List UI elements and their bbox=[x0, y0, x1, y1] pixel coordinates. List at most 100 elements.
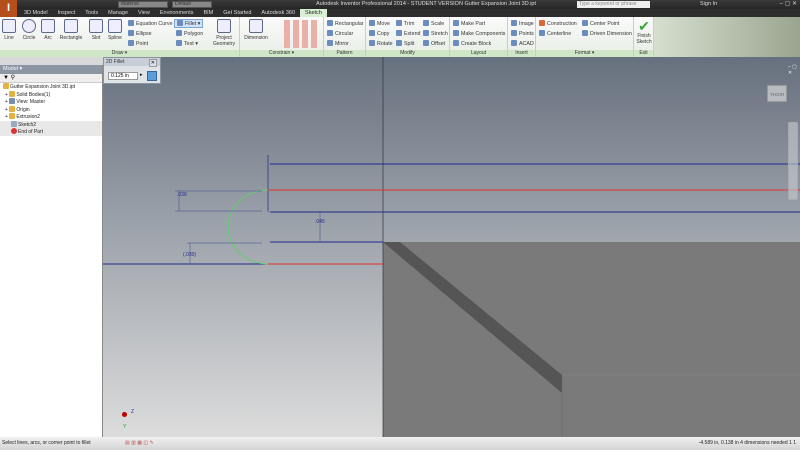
fillet-button[interactable]: Fillet ▾ bbox=[174, 19, 204, 28]
tab-manage[interactable]: Manage bbox=[103, 9, 133, 17]
appearance-select[interactable]: Default bbox=[172, 1, 212, 8]
layout-panel: Make Part Make Components Create Block L… bbox=[450, 17, 508, 57]
dimension-036[interactable]: .036 bbox=[177, 192, 187, 198]
line-icon bbox=[2, 19, 16, 33]
draw-panel-label[interactable]: Draw ▾ bbox=[0, 50, 239, 57]
move-button[interactable]: Move bbox=[369, 20, 390, 27]
tree-item-sketch2[interactable]: Sketch2 bbox=[0, 120, 102, 128]
trim-button[interactable]: Trim bbox=[396, 20, 414, 27]
image-button[interactable]: Image bbox=[511, 20, 534, 27]
tab-autodesk-360[interactable]: Autodesk 360 bbox=[256, 9, 300, 17]
offset-button[interactable]: Offset bbox=[423, 40, 445, 47]
model-browser: Model ▾ ▼ ⚲ Gutter Expansion Joint 3D.ip… bbox=[0, 57, 103, 437]
filter-icon[interactable]: ▼ bbox=[3, 75, 9, 81]
rectangle-button[interactable]: Rectangle bbox=[58, 19, 84, 41]
equal-toggle-button[interactable] bbox=[147, 71, 157, 81]
rectangular-pattern-button[interactable]: Rectangular bbox=[327, 20, 364, 27]
ellipse-button[interactable]: Ellipse bbox=[128, 30, 152, 37]
browser-header[interactable]: Model ▾ bbox=[0, 65, 102, 74]
tree-item-part[interactable]: Gutter Expansion Joint 3D.ipt bbox=[0, 83, 102, 91]
move-icon bbox=[369, 20, 375, 26]
driven-dimension-button[interactable]: Driven Dimension bbox=[582, 30, 632, 37]
sign-in-link[interactable]: Sign In bbox=[700, 1, 717, 7]
acad-icon bbox=[511, 40, 517, 46]
slot-icon bbox=[89, 19, 103, 33]
center-point-button[interactable]: Center Point bbox=[582, 20, 619, 27]
tree-item-solid-bodies[interactable]: + Solid Bodies(1) bbox=[0, 90, 102, 99]
tree-item-end-of-part[interactable]: End of Part bbox=[0, 128, 102, 136]
tab-3d-model[interactable]: 3D Model bbox=[19, 9, 53, 17]
radius-dropdown-icon[interactable]: ▸ bbox=[140, 72, 143, 78]
slot-button[interactable]: Slot bbox=[88, 19, 104, 41]
sketch-icon bbox=[11, 120, 17, 127]
close-button[interactable]: ✕ bbox=[148, 59, 157, 67]
tree-item-view[interactable]: + View: Master bbox=[0, 98, 102, 106]
rotate-button[interactable]: Rotate bbox=[369, 40, 393, 47]
copy-button[interactable]: Copy bbox=[369, 30, 389, 37]
pattern-panel: Rectangular Circular Mirror Pattern bbox=[324, 17, 366, 57]
scale-button[interactable]: Scale bbox=[423, 20, 444, 27]
status-tools-icons[interactable]: ▤ ▥ ▦ ◱ ✎ bbox=[125, 437, 154, 450]
acad-button[interactable]: ACAD bbox=[511, 40, 534, 47]
circle-button[interactable]: Circle bbox=[20, 19, 38, 41]
tab-sketch[interactable]: Sketch bbox=[300, 9, 327, 17]
graphics-viewport[interactable]: .036 .045 (.030) RIGHT – ▢ ✕ Z Y bbox=[103, 57, 800, 437]
tab-inspect[interactable]: Inspect bbox=[53, 9, 81, 17]
tab-bim[interactable]: BIM bbox=[198, 9, 218, 17]
make-components-button[interactable]: Make Components bbox=[453, 30, 505, 37]
mirror-button[interactable]: Mirror bbox=[327, 40, 349, 47]
dimension-030[interactable]: (.030) bbox=[183, 252, 196, 258]
search-input[interactable]: Type a keyword or phrase bbox=[577, 1, 650, 8]
make-part-button[interactable]: Make Part bbox=[453, 20, 485, 27]
tab-get-started[interactable]: Get Started bbox=[218, 9, 256, 17]
navigation-bar[interactable] bbox=[788, 122, 798, 200]
view-icon bbox=[9, 98, 16, 104]
ribbon: Line Circle Arc Rectangle Slot Spline Eq… bbox=[0, 17, 800, 57]
arc-button[interactable]: Arc bbox=[41, 19, 55, 41]
spline-button[interactable]: Spline bbox=[106, 19, 124, 41]
circular-pattern-button[interactable]: Circular bbox=[327, 30, 353, 37]
fillet-radius-input[interactable]: 0.125 in bbox=[108, 72, 138, 80]
dimension-045[interactable]: .045 bbox=[315, 219, 325, 225]
material-select[interactable]: Material bbox=[118, 1, 168, 8]
tree-item-extrusion2[interactable]: + Extrusion2 bbox=[0, 113, 102, 121]
extend-button[interactable]: Extend bbox=[396, 30, 421, 37]
point-button[interactable]: Point bbox=[128, 40, 148, 47]
app-logo-button[interactable]: I bbox=[0, 0, 17, 17]
polygon-button[interactable]: Polygon bbox=[176, 30, 203, 37]
circular-pattern-icon bbox=[327, 30, 333, 36]
window-controls[interactable]: – ▢ ✕ bbox=[780, 0, 797, 7]
title-bar: Material Default Autodesk Inventor Profe… bbox=[0, 0, 800, 9]
points-button[interactable]: Points bbox=[511, 30, 534, 37]
construction-button[interactable]: Construction bbox=[539, 20, 577, 27]
format-panel: Construction Centerline Center Point Dri… bbox=[536, 17, 634, 57]
create-block-button[interactable]: Create Block bbox=[453, 40, 491, 47]
checkmark-icon: ✔ bbox=[638, 18, 650, 34]
stretch-button[interactable]: Stretch bbox=[423, 30, 448, 37]
end-of-part-icon bbox=[11, 128, 17, 134]
app-title: Autodesk Inventor Professional 2014 - ST… bbox=[316, 1, 536, 7]
find-icon[interactable]: ⚲ bbox=[11, 75, 15, 81]
text-button[interactable]: Text ▾ bbox=[176, 40, 198, 47]
format-panel-label[interactable]: Format ▾ bbox=[536, 50, 633, 57]
driven-dimension-icon bbox=[582, 30, 588, 36]
project-geometry-button[interactable]: Project Geometry bbox=[210, 19, 238, 47]
insert-panel-label: Insert bbox=[508, 50, 535, 57]
centerline-button[interactable]: Centerline bbox=[539, 30, 571, 37]
equation-curve-button[interactable]: Equation Curve bbox=[128, 20, 173, 27]
viewport-window-controls[interactable]: – ▢ ✕ bbox=[788, 64, 800, 76]
line-button[interactable]: Line bbox=[2, 19, 16, 41]
finish-sketch-button[interactable]: ✔ Finish Sketch bbox=[634, 19, 654, 45]
project-geometry-icon bbox=[217, 19, 231, 33]
tree-item-origin[interactable]: + Origin bbox=[0, 105, 102, 114]
rectangular-pattern-icon bbox=[327, 20, 333, 26]
viewcube[interactable]: RIGHT bbox=[767, 85, 787, 102]
constraint-buttons[interactable] bbox=[284, 20, 320, 48]
split-button[interactable]: Split bbox=[396, 40, 414, 47]
dimension-button[interactable]: Dimension bbox=[242, 19, 270, 41]
tab-tools[interactable]: Tools bbox=[80, 9, 103, 17]
circle-icon bbox=[22, 19, 36, 33]
constrain-panel-label[interactable]: Constrain ▾ bbox=[240, 50, 323, 57]
tab-environments[interactable]: Environments bbox=[155, 9, 199, 17]
tab-view[interactable]: View bbox=[133, 9, 155, 17]
